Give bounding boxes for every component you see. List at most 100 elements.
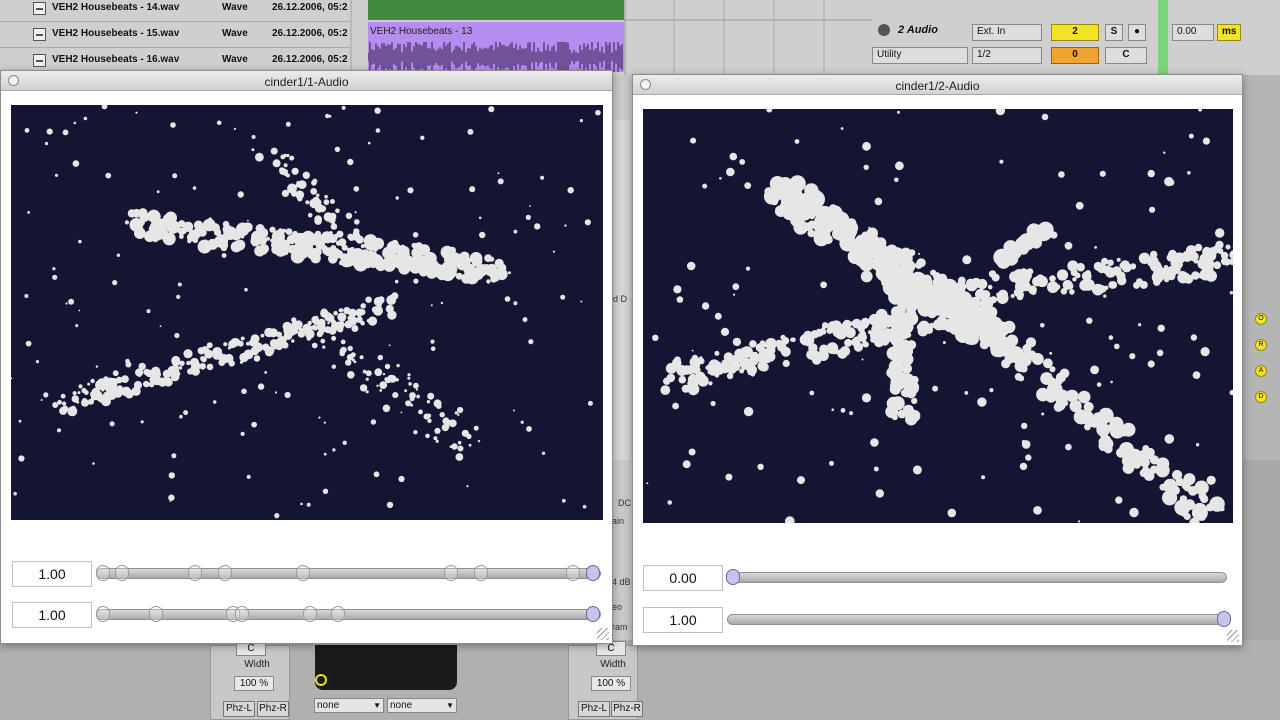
slider-1-value[interactable]: 1.00 bbox=[12, 561, 92, 587]
slider-2-handle[interactable] bbox=[1217, 611, 1231, 627]
track-fold-icon[interactable] bbox=[878, 24, 890, 36]
particle bbox=[667, 500, 672, 505]
clip-green[interactable] bbox=[368, 0, 624, 20]
arm-button[interactable]: ● bbox=[1128, 24, 1146, 41]
track-name[interactable]: 2 Audio bbox=[898, 24, 938, 36]
particle bbox=[311, 342, 318, 349]
particle bbox=[729, 152, 738, 161]
width-field-right[interactable]: 100 % bbox=[591, 676, 631, 691]
particle bbox=[891, 358, 901, 368]
phase-left-button[interactable]: Phz-L bbox=[223, 701, 255, 717]
sends-value[interactable]: 0 bbox=[1051, 47, 1099, 64]
particle bbox=[1142, 445, 1150, 452]
resize-grip-icon[interactable] bbox=[597, 628, 609, 640]
delay-unit-button[interactable]: ms bbox=[1217, 24, 1241, 41]
particle bbox=[233, 127, 236, 130]
particle bbox=[347, 233, 354, 240]
particle bbox=[744, 182, 752, 189]
phase-right-button[interactable]: Phz-R bbox=[611, 701, 643, 717]
particle bbox=[1156, 349, 1164, 357]
particle bbox=[161, 235, 168, 241]
particle bbox=[714, 312, 722, 320]
phase-right-button[interactable]: Phz-R bbox=[257, 701, 289, 717]
window-title: cinder1/2-Audio bbox=[895, 79, 980, 93]
slider-2-track[interactable] bbox=[96, 609, 601, 620]
slider-2-track[interactable] bbox=[727, 614, 1227, 625]
particle-field bbox=[646, 109, 1233, 523]
particle bbox=[124, 220, 129, 225]
dropdown-2[interactable]: none ▼ bbox=[387, 698, 457, 713]
slider-1-handle[interactable] bbox=[726, 569, 740, 585]
solo-button[interactable]: S bbox=[1105, 24, 1123, 41]
particle bbox=[1128, 449, 1143, 465]
slider-1-handle[interactable] bbox=[586, 565, 600, 581]
particle bbox=[492, 266, 497, 271]
input-type-chooser[interactable]: Ext. In bbox=[972, 24, 1042, 41]
phase-left-button[interactable]: Phz-L bbox=[578, 701, 610, 717]
file-type: Wave bbox=[222, 54, 248, 65]
width-field-left[interactable]: 100 % bbox=[234, 676, 274, 691]
side-button-o[interactable]: O bbox=[1255, 313, 1267, 325]
particle bbox=[1198, 109, 1202, 112]
particle bbox=[686, 261, 696, 271]
device-chooser[interactable]: Utility bbox=[872, 47, 968, 64]
track-delay-field[interactable]: 0.00 bbox=[1172, 24, 1214, 41]
particle bbox=[941, 282, 948, 289]
particle-canvas[interactable] bbox=[11, 105, 603, 520]
particle bbox=[513, 229, 518, 234]
particle bbox=[382, 404, 391, 413]
slider-2-value[interactable]: 1.00 bbox=[12, 602, 92, 628]
particle bbox=[466, 260, 471, 265]
input-channel-chooser[interactable]: 1/2 bbox=[972, 47, 1042, 64]
track-activator[interactable]: 2 bbox=[1051, 24, 1099, 41]
particle bbox=[782, 359, 790, 368]
pan-control[interactable]: C bbox=[1105, 47, 1147, 64]
particle bbox=[1119, 262, 1127, 269]
file-name: VEH2 Housebeats - 15.wav bbox=[52, 28, 180, 39]
particle bbox=[1033, 506, 1042, 515]
particle bbox=[451, 443, 458, 450]
particle-canvas[interactable] bbox=[643, 109, 1233, 523]
particle bbox=[341, 261, 347, 266]
particle bbox=[346, 247, 352, 253]
particle bbox=[1064, 241, 1073, 250]
particle bbox=[408, 382, 412, 386]
particle bbox=[365, 258, 374, 268]
audio-clip[interactable]: VEH2 Housebeats - 13 bbox=[368, 22, 624, 72]
side-button-r[interactable]: R bbox=[1255, 339, 1267, 351]
particle bbox=[291, 167, 299, 175]
particle bbox=[1080, 412, 1090, 422]
slider-2-handle[interactable] bbox=[586, 606, 600, 622]
slider-1-track[interactable] bbox=[96, 568, 601, 579]
particle bbox=[1171, 486, 1180, 495]
slider-1-track[interactable] bbox=[727, 572, 1227, 583]
dropdown-1[interactable]: none ▼ bbox=[314, 698, 384, 713]
clip-title: VEH2 Housebeats - 13 bbox=[370, 26, 473, 37]
particle bbox=[909, 286, 919, 296]
particle bbox=[284, 391, 291, 399]
particle bbox=[841, 239, 850, 247]
side-button-d[interactable]: D bbox=[1255, 391, 1267, 403]
resize-grip-icon[interactable] bbox=[1227, 630, 1239, 642]
particle bbox=[742, 365, 747, 370]
particle bbox=[83, 116, 88, 121]
file-row[interactable]: VEH2 Housebeats - 14.wav Wave 26.12.2006… bbox=[0, 0, 350, 22]
cinder-window-2[interactable]: cinder1/2-Audio 0.00 1.00 bbox=[632, 74, 1243, 646]
particle bbox=[552, 250, 556, 253]
cinder-window-1[interactable]: cinder1/1-Audio 1.00 1.00 bbox=[0, 70, 613, 644]
particle bbox=[400, 246, 410, 256]
particle bbox=[170, 122, 176, 128]
particle bbox=[1101, 437, 1114, 451]
file-row[interactable]: VEH2 Housebeats - 15.wav Wave 26.12.2006… bbox=[0, 22, 350, 48]
indicator-ring[interactable] bbox=[315, 674, 327, 686]
window-titlebar[interactable]: cinder1/2-Audio bbox=[633, 75, 1242, 95]
particle bbox=[942, 318, 950, 326]
particle bbox=[230, 241, 242, 253]
side-button-a[interactable]: A bbox=[1255, 365, 1267, 377]
particle bbox=[239, 352, 249, 363]
particle bbox=[908, 249, 916, 257]
slider-2-value[interactable]: 1.00 bbox=[643, 607, 723, 633]
particle bbox=[292, 230, 298, 237]
slider-1-value[interactable]: 0.00 bbox=[643, 565, 723, 591]
window-titlebar[interactable]: cinder1/1-Audio bbox=[1, 71, 612, 91]
